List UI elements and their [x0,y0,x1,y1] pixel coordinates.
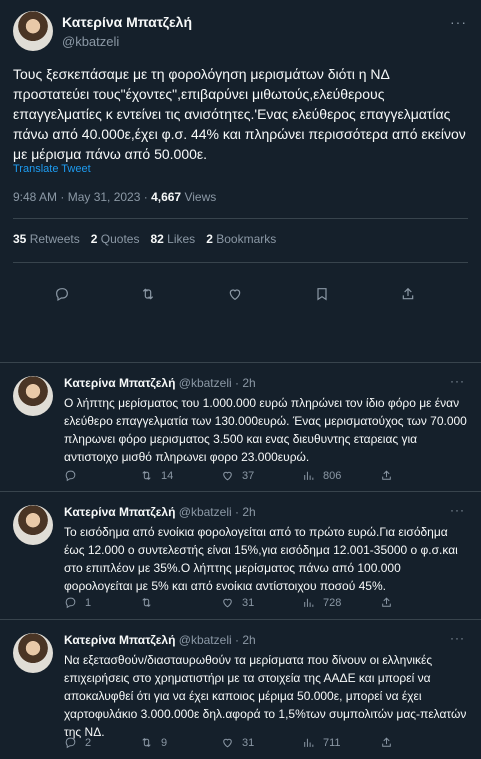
share-icon [382,737,391,747]
avatar[interactable] [13,505,53,545]
like-button[interactable]: 37 [221,469,254,482]
retweet-icon[interactable] [140,286,156,302]
reply-button[interactable]: 1 [64,596,91,609]
share-icon[interactable] [400,286,416,302]
heart-icon [223,738,232,748]
author-name[interactable]: Κατερίνα Μπατζελή [64,505,175,519]
reply-tweet[interactable]: Κατερίνα Μπατζελή @kbatzeli · 2h ··· Ο λ… [0,363,481,492]
views-button[interactable]: 728 [302,596,341,609]
share-button[interactable] [380,469,393,482]
views-button[interactable]: 711 [302,736,341,749]
reply-time[interactable]: · 2h [235,505,256,519]
quotes-stat[interactable]: 2 Quotes [91,232,140,246]
likes-stat[interactable]: 82 Likes [150,232,195,246]
views-icon [304,738,314,747]
views-icon [304,471,314,480]
retweet-button[interactable] [140,596,161,609]
avatar[interactable] [13,376,53,416]
tweet-timestamp[interactable]: 9:48 AM · May 31, 2023 · [13,190,151,204]
more-icon[interactable]: ··· [450,14,467,30]
avatar[interactable] [13,633,53,673]
retweets-stat[interactable]: 35 Retweets [13,232,80,246]
bookmarks-stat[interactable]: 2 Bookmarks [206,232,276,246]
divider [13,262,468,263]
reply-tweet[interactable]: Κατερίνα Μπατζελή @kbatzeli · 2h ··· Να … [0,620,481,759]
tweet-stats: 35 Retweets 2 Quotes 82 Likes 2 Bookmark… [13,232,276,246]
tweet-meta: 9:48 AM · May 31, 2023 · 4,667 Views [13,190,216,204]
share-button[interactable] [380,736,393,749]
reply-header: Κατερίνα Μπατζελή @kbatzeli · 2h [64,376,256,390]
heart-icon [223,598,232,608]
reply-icon [65,737,76,749]
retweet-icon [142,598,151,607]
author-handle[interactable]: @kbatzeli [179,376,232,390]
reply-icon [65,597,76,609]
reply-header: Κατερίνα Μπατζελή @kbatzeli · 2h [64,633,256,647]
reply-text: Ο λήπτης μερίσματος του 1.000.000 ευρώ π… [64,396,467,464]
share-icon [382,597,391,607]
heart-icon[interactable] [227,286,243,302]
share-icon [382,470,391,480]
translate-tweet-link[interactable]: Translate Tweet [13,163,91,175]
like-button[interactable]: 31 [221,596,254,609]
reply-text: Το εισόδημα από ενοίκια φορολογείται από… [64,525,458,593]
author-handle[interactable]: @kbatzeli [62,33,119,51]
reply-button[interactable]: 2 [64,736,91,749]
more-icon[interactable]: ··· [450,631,465,645]
retweet-button[interactable]: 9 [140,736,167,749]
more-icon[interactable]: ··· [450,374,465,388]
reply-icon[interactable] [54,286,70,302]
reply-icon [65,470,76,482]
more-icon[interactable]: ··· [450,503,465,517]
author-name[interactable]: Κατερίνα Μπατζελή [64,376,175,390]
like-button[interactable]: 31 [221,736,254,749]
heart-icon [223,471,232,481]
views-label: Views [181,190,217,204]
views-button[interactable]: 806 [302,469,341,482]
views-count: 4,667 [151,190,182,204]
reply-header: Κατερίνα Μπατζελή @kbatzeli · 2h [64,505,256,519]
reply-tweet[interactable]: Κατερίνα Μπατζελή @kbatzeli · 2h ··· Το … [0,492,481,620]
author-name[interactable]: Κατερίνα Μπατζελή [62,14,192,32]
reply-button[interactable] [64,469,85,482]
reply-text: Να εξετασθούν/διασταυρωθούν τα μερίσματα… [64,653,467,739]
author-handle[interactable]: @kbatzeli [179,633,232,647]
bookmark-icon[interactable] [314,286,330,302]
views-icon [304,598,314,607]
author-name[interactable]: Κατερίνα Μπατζελή [64,633,175,647]
main-tweet: Κατερίνα Μπατζελή @kbatzeli ··· Τους ξεσ… [0,0,481,363]
avatar[interactable] [13,11,53,51]
author-handle[interactable]: @kbatzeli [179,505,232,519]
share-button[interactable] [380,596,393,609]
reply-time[interactable]: · 2h [235,376,256,390]
retweet-icon [142,471,151,480]
tweet-text: Τους ξεσκεπάσαμε με τη φορολόγηση μερισμ… [13,66,466,162]
retweet-icon [142,738,151,747]
divider [13,218,468,219]
retweet-button[interactable]: 14 [140,469,173,482]
reply-time[interactable]: · 2h [235,633,256,647]
